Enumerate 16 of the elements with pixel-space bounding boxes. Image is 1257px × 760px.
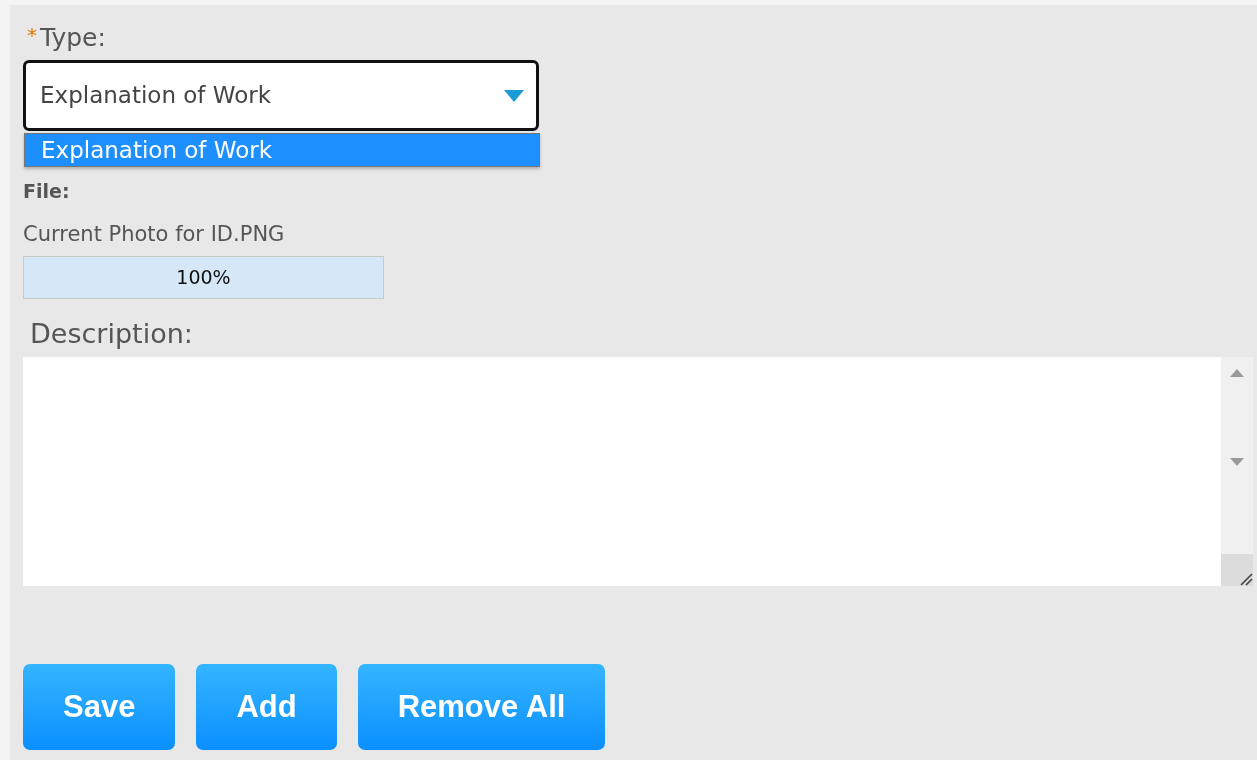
action-button[interactable]: Save <box>23 664 176 750</box>
file-name: Current Photo for ID.PNG <box>23 221 286 247</box>
field-label: Type: <box>40 23 106 52</box>
action-button[interactable]: Remove All <box>357 664 606 750</box>
scroll-up-icon[interactable] <box>1230 369 1244 377</box>
scrollbar[interactable] <box>1221 357 1253 586</box>
dropdown-arrow-icon <box>504 89 524 102</box>
action-button[interactable]: Add <box>196 664 337 750</box>
required-mark: * <box>27 23 37 47</box>
type-select[interactable]: Explanation of Work <box>23 60 539 131</box>
resize-grip-icon[interactable] <box>1239 572 1253 586</box>
scroll-down-icon[interactable] <box>1230 457 1244 466</box>
progress-reading: 100% <box>175 265 232 290</box>
field-label: Description: <box>30 317 194 351</box>
field-label: File: <box>23 179 71 203</box>
dropdown-option[interactable]: Explanation of Work <box>25 134 539 166</box>
